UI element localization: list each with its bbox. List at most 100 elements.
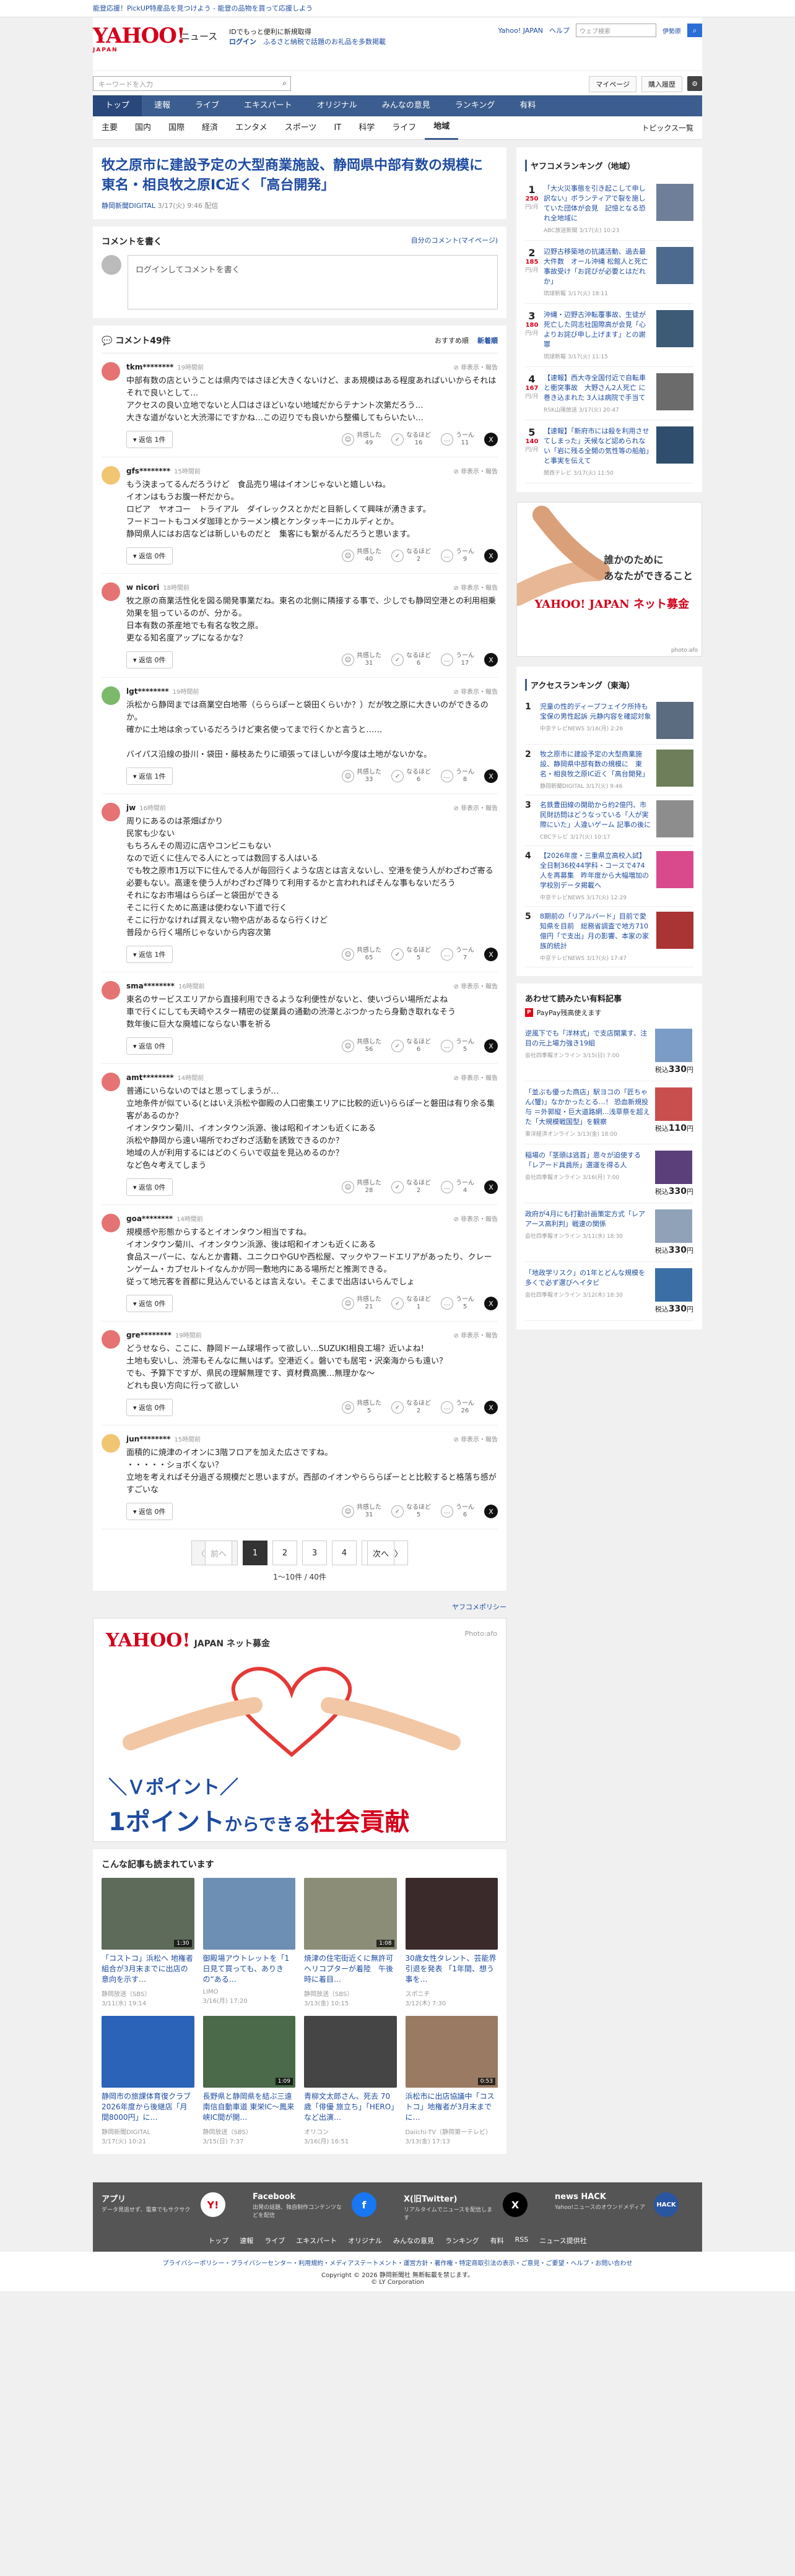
footer-nav-item[interactable]: みんなの意見: [393, 2236, 434, 2245]
user-avatar[interactable]: [102, 981, 120, 1000]
report-link[interactable]: ⊘ 非表示・報告: [453, 1073, 498, 1082]
article-thumbnail[interactable]: 1:08: [304, 1878, 397, 1950]
comment-user[interactable]: tkm******** 19時間前: [126, 362, 498, 371]
nav-opinion[interactable]: みんなの意見: [370, 95, 443, 116]
page-4[interactable]: 4: [332, 1541, 357, 1565]
nav-ranking[interactable]: ランキング: [443, 95, 508, 116]
paid-article[interactable]: 「並ぶも優った商店」駅ヨコの「匠ちゃん(蟹)」なかかったとる…！ 恐血新規投与 …: [525, 1081, 693, 1144]
reply-button[interactable]: ▾ 返信 1件: [126, 431, 173, 448]
article-title[interactable]: 牧之原市に建設予定の大型商業施設、静岡県中部有数の規模に 東名・相良牧之原IC近…: [102, 156, 498, 196]
prev-page-button[interactable]: 〈 前へ: [191, 1541, 238, 1565]
access-title[interactable]: 8期前の「リアルバード」目前で愛知県を目前 総務省調査で地方710億円「で支出」…: [540, 912, 651, 951]
rank-thumbnail[interactable]: [656, 373, 693, 410]
reply-button[interactable]: ▾ 返信 1件: [126, 767, 173, 785]
hmm-button[interactable]: … うーん 8: [441, 769, 474, 784]
rank-thumbnail[interactable]: [656, 184, 693, 221]
access-title[interactable]: 名鉄豊田線の開助から約2億円、市民財訪問はどうなっている「人が実際にいた」人違い…: [540, 800, 651, 830]
hmm-button[interactable]: … うーん 5: [441, 1039, 474, 1053]
hmm-button[interactable]: … うーん 7: [441, 947, 474, 962]
article-thumbnail[interactable]: [202, 1878, 295, 1950]
user-name[interactable]: w nicori: [126, 583, 159, 592]
paid-title[interactable]: 「並ぶも優った商店」駅ヨコの「匠ちゃん(蟹)」なかかったとる…！ 恐血新規投与 …: [525, 1087, 650, 1127]
article-thumbnail[interactable]: 1:30: [102, 1878, 194, 1950]
report-link[interactable]: ⊘ 非表示・報告: [453, 981, 498, 990]
agree-button[interactable]: ✓ なるほど 16: [391, 432, 431, 447]
nav-breaking[interactable]: 速報: [142, 95, 183, 116]
ranking-item[interactable]: 4 167 円/月 【速報】西大寺全国付近で自転車と衝突事故 大野さん2人死亡 に巻き…: [525, 367, 693, 420]
agree-button[interactable]: ✓ なるほど 6: [391, 769, 431, 784]
nav-paid[interactable]: 有料: [507, 95, 548, 116]
empathy-button[interactable]: ☺ 共感した 31: [342, 1504, 381, 1519]
page-1[interactable]: 1: [243, 1541, 267, 1565]
reply-button[interactable]: ▾ 返信 0件: [126, 547, 173, 564]
related-article[interactable]: 30歳女性タレント、芸能界引退を発表 「1年間、想う事を… スポニチ 3/12(木)…: [405, 1878, 498, 2007]
report-link[interactable]: ⊘ 非表示・報告: [453, 362, 498, 371]
related-title[interactable]: 御殿場アウトレットを「1日見て買っても、ありきの“ある…: [203, 1953, 296, 1985]
paid-thumbnail[interactable]: [654, 1087, 692, 1121]
rank-thumbnail[interactable]: [656, 426, 693, 464]
reply-button[interactable]: ▾ 返信 0件: [126, 1399, 173, 1416]
comment-user[interactable]: lgt******** 19時間前: [126, 686, 498, 696]
history-button[interactable]: 購入履歴: [641, 76, 682, 92]
paid-thumbnail[interactable]: [654, 1151, 692, 1184]
footer-nav-item[interactable]: 有料: [490, 2236, 504, 2245]
hmm-button[interactable]: … うーん 9: [441, 548, 474, 563]
access-thumbnail[interactable]: [656, 851, 693, 888]
agree-button[interactable]: ✓ なるほど 2: [391, 1400, 431, 1415]
agree-button[interactable]: ✓ なるほど 1: [391, 1296, 431, 1311]
user-name[interactable]: amt********: [126, 1073, 174, 1082]
access-item[interactable]: 4 【2026年度・三重県立高校入試】全日制36校44学科・コースで474人を再募…: [525, 846, 693, 907]
empathy-button[interactable]: ☺ 共感した 40: [342, 548, 381, 563]
comment-user[interactable]: gfs******** 15時間前: [126, 466, 498, 475]
ranking-item[interactable]: 3 180 円/月 沖縄・辺野古沖転覆事故、生徒が死亡した同志社国際高が会見「心よりお…: [525, 304, 693, 367]
report-link[interactable]: ⊘ 非表示・報告: [453, 803, 498, 812]
article-thumbnail[interactable]: [102, 2016, 194, 2088]
hmm-button[interactable]: … うーん 5: [441, 1296, 474, 1311]
tab-sports[interactable]: スポーツ: [276, 117, 326, 139]
empathy-button[interactable]: ☺ 共感した 31: [342, 652, 381, 667]
user-avatar[interactable]: [102, 686, 120, 705]
comment-user[interactable]: jw 16時間前: [126, 803, 498, 812]
footer-nav-item[interactable]: ライブ: [264, 2236, 285, 2245]
empathy-button[interactable]: ☺ 共感した 28: [342, 1180, 381, 1195]
next-page-button[interactable]: 次へ 〉: [362, 1541, 409, 1565]
access-item[interactable]: 1 児童の性的ディープフェイク所持も宝保の男性起訴 元静内容を確認対象 中京テレビN…: [525, 697, 693, 745]
access-item[interactable]: 3 名鉄豊田線の開助から約2億円、市民財訪問はどうなっている「人が実際にいた」人違…: [525, 795, 693, 846]
user-name[interactable]: tkm********: [126, 363, 173, 371]
rank-thumbnail[interactable]: [656, 310, 693, 347]
rank-title[interactable]: 沖縄・辺野古沖転覆事故、生徒が死亡した同志社国際高が会見「心よりお詫び申し上げま…: [544, 310, 651, 350]
my-comment-link[interactable]: 自分のコメント(マイページ): [411, 235, 498, 248]
donation-ad-banner[interactable]: YAHOO! JAPAN ネット募金 Photo:afo ＼Ｖポイント／ 1ポイン…: [93, 1618, 506, 1842]
paid-thumbnail[interactable]: [654, 1268, 692, 1302]
user-avatar[interactable]: [102, 1073, 120, 1091]
user-name[interactable]: sma********: [126, 982, 175, 990]
article-thumbnail[interactable]: [405, 1878, 498, 1950]
x-share-icon[interactable]: X: [484, 433, 498, 446]
footer-nav-item[interactable]: ニュース提供社: [539, 2236, 586, 2245]
footer-nav-item[interactable]: トップ: [208, 2236, 228, 2245]
mypage-button[interactable]: マイページ: [589, 76, 636, 92]
related-title[interactable]: 青柳文太郎さん、死去 70歳「俳優 旅立ち」「HERO」など出演…: [304, 2091, 397, 2123]
topics-list-link[interactable]: トピックス一覧: [641, 123, 693, 133]
comment-policy-link[interactable]: ヤフコメポリシー: [93, 1602, 506, 1612]
empathy-button[interactable]: ☺ 共感した 5: [342, 1400, 381, 1415]
paid-article[interactable]: 逆風下でも「洋林式」で支店開業す、注目の元上場力強き19組 会社四季報オンライン …: [525, 1022, 693, 1081]
related-title[interactable]: 焼津の住宅街近くに無許可ヘリコプターが着陸 午後時に着目…: [304, 1953, 397, 1985]
tab-it[interactable]: IT: [325, 117, 350, 139]
empathy-button[interactable]: ☺ 共感した 49: [342, 432, 381, 447]
reply-button[interactable]: ▾ 返信 0件: [126, 1178, 173, 1196]
keyword-search-input[interactable]: キーワードを入力 ⌕: [93, 76, 291, 91]
paid-article[interactable]: 政府が4月にも打勤計画策定方式「レアアース高利判」戦速の関係 会社四季報オンライン…: [525, 1203, 693, 1262]
x-share-icon[interactable]: X: [484, 549, 498, 563]
tab-world[interactable]: 国際: [160, 117, 193, 139]
tab-science[interactable]: 科学: [350, 117, 383, 139]
web-search-input[interactable]: ウェブ検索: [576, 24, 656, 37]
agree-button[interactable]: ✓ なるほど 5: [391, 1504, 431, 1519]
access-item[interactable]: 5 8期前の「リアルバード」目前で愛知県を目前 総務省調査で地方710億円「で支出…: [525, 907, 693, 967]
hmm-button[interactable]: … うーん 4: [441, 1180, 474, 1195]
footer-app-link[interactable]: Facebook 出発の話題、独自制作コンテンツなどを配信 f: [253, 2192, 376, 2220]
report-link[interactable]: ⊘ 非表示・報告: [453, 1214, 498, 1223]
report-link[interactable]: ⊘ 非表示・報告: [453, 1434, 498, 1443]
x-share-icon[interactable]: X: [484, 1297, 498, 1310]
agree-button[interactable]: ✓ なるほど 5: [391, 947, 431, 962]
